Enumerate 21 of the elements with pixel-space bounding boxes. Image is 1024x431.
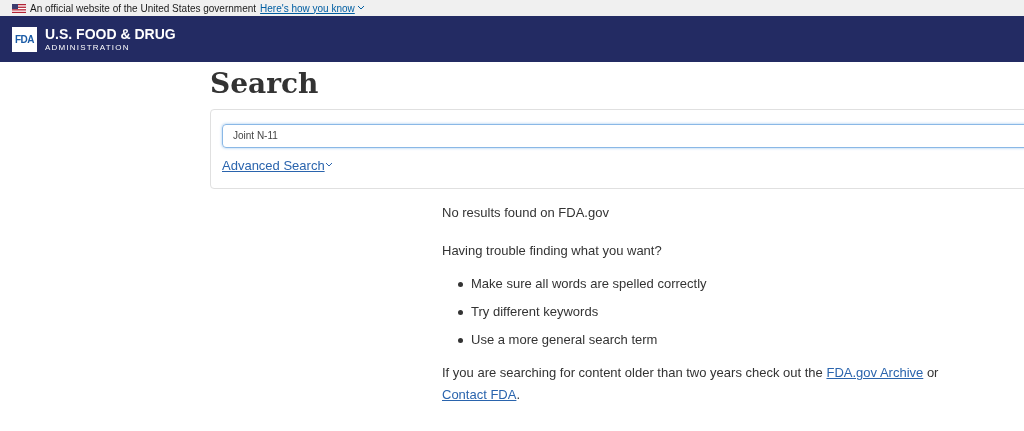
caret-icon [356, 5, 365, 11]
search-field[interactable]: Joint N-11 [222, 123, 1024, 148]
bullet-icon [458, 337, 463, 343]
agency-name: U.S. FOOD & DRUG [45, 26, 176, 41]
inline-link[interactable]: FDA.gov Archive [826, 365, 924, 380]
search-tip: Try different keywords [471, 303, 599, 322]
advanced-search-link[interactable]: Advanced Search [222, 155, 333, 175]
no-results-message: No results found on FDA.gov [442, 204, 610, 222]
search-tip: Make sure all words are spelled correctly [471, 275, 707, 294]
agency-subtitle: ADMINISTRATION [45, 43, 131, 52]
bullet-icon [458, 281, 463, 287]
banner-text: An official website of the United States government [30, 1, 257, 16]
page-title: Search [210, 66, 320, 101]
caret-icon [324, 162, 333, 169]
fda-logo[interactable]: FDA [12, 26, 37, 52]
flag-icon [12, 3, 26, 13]
search-tip: Use a more general search term [471, 331, 658, 350]
bullet-icon [458, 309, 463, 315]
help-heading: Having trouble finding what you want? [442, 241, 663, 260]
how-you-know-link[interactable]: Here's how you know [260, 0, 365, 16]
archive-note: If you are searching for content older than two years check out the FDA.gov Archive or Contact FDA. [442, 364, 940, 404]
